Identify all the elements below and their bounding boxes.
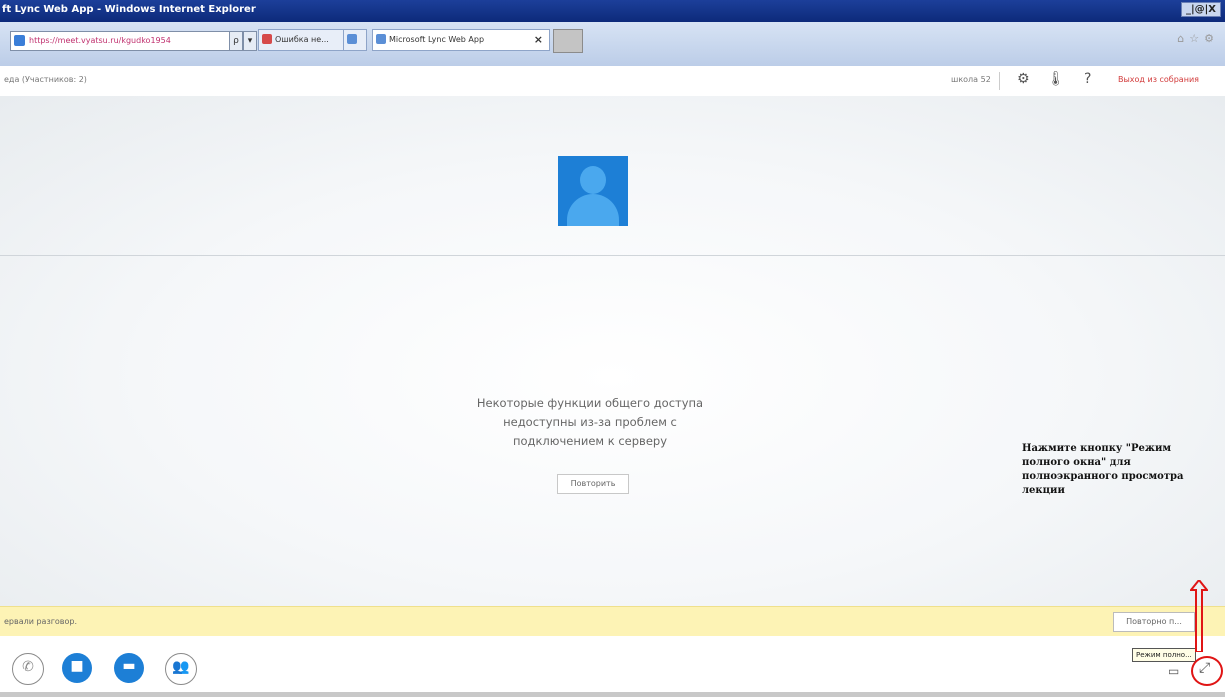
tab-small[interactable] [343,29,367,51]
taskbar-strip [0,692,1225,697]
meeting-stage: Некоторые функции общего доступа недосту… [0,96,1225,606]
window-titlebar: ft Lync Web App - Windows Internet Explo… [0,0,1225,22]
gear-icon[interactable]: ⚙ [1017,71,1030,87]
lync-favicon [376,34,386,44]
browser-toolbar-icons[interactable]: ⌂☆⚙ [1177,32,1219,45]
reconnect-button[interactable]: Повторно п... [1113,612,1195,632]
notification-bar: ервали разговор. Повторно п... [0,606,1225,637]
avatar [558,156,628,226]
divider [999,72,1000,90]
control-bar: ✆ ■ ▬ 👥 Режим полно... ▭ ⤢ [0,636,1225,697]
message-line: недоступны из-за проблем с [503,415,677,429]
tab-label: Microsoft Lync Web App [389,35,485,44]
new-tab-button[interactable] [553,29,583,53]
sharing-error-message: Некоторые функции общего доступа недосту… [455,394,725,451]
retry-button[interactable]: Повторить [557,474,629,494]
help-icon[interactable]: ? [1084,71,1091,87]
red-arrow-icon [1190,580,1208,652]
tab-label: Ошибка не... [275,35,329,44]
fullscreen-tooltip: Режим полно... [1132,648,1196,662]
address-bar[interactable]: https://meet.vyatsu.ru/kgudko1954 [10,31,245,51]
leave-meeting-link[interactable]: Выход из собрания [1118,75,1199,84]
layout-icon[interactable]: ▭ [1168,664,1179,678]
people-icon: 👥 [172,659,190,675]
user-name: школа 52 [951,75,991,84]
phone-icon: ✆ [22,659,34,675]
dropdown-icon[interactable]: ▾ [243,31,257,51]
thermometer-icon[interactable]: 🌡 [1047,71,1065,87]
present-icon: ▬ [122,658,136,674]
avatar-body [567,194,619,226]
message-line: Некоторые функции общего доступа [476,396,704,410]
tab-lync[interactable]: Microsoft Lync Web App × [372,29,550,51]
video-button[interactable]: ■ [62,653,92,683]
phone-button[interactable]: ✆ [12,653,44,685]
message-line: подключением к серверу [512,434,667,448]
participants-button[interactable]: 👥 [165,653,197,685]
small-favicon [347,34,357,44]
instruction-annotation: Нажмите кнопку "Режим полного окна" для … [1022,443,1184,496]
avatar-head [580,166,606,194]
window-controls[interactable]: _|@|X [1180,2,1221,17]
app-header: еда (Участников: 2) школа 52 ⚙ 🌡 ? Выход… [0,66,1225,96]
browser-tabbar: https://meet.vyatsu.ru/kgudko1954 ρ ▾ Ош… [0,22,1225,67]
error-favicon [262,34,272,44]
present-button[interactable]: ▬ [114,653,144,683]
fullscreen-icon[interactable]: ⤢ [1199,660,1210,676]
search-icon[interactable]: ρ [229,31,243,51]
participants-label[interactable]: еда (Участников: 2) [4,75,87,84]
address-text: https://meet.vyatsu.ru/kgudko1954 [29,36,171,45]
notification-text: ервали разговор. [4,617,78,626]
stage-divider [0,255,1225,256]
window-title: ft Lync Web App - Windows Internet Explo… [2,4,256,15]
close-tab-icon[interactable]: × [534,30,543,50]
video-icon: ■ [70,658,84,674]
ie-page-icon [14,35,25,46]
